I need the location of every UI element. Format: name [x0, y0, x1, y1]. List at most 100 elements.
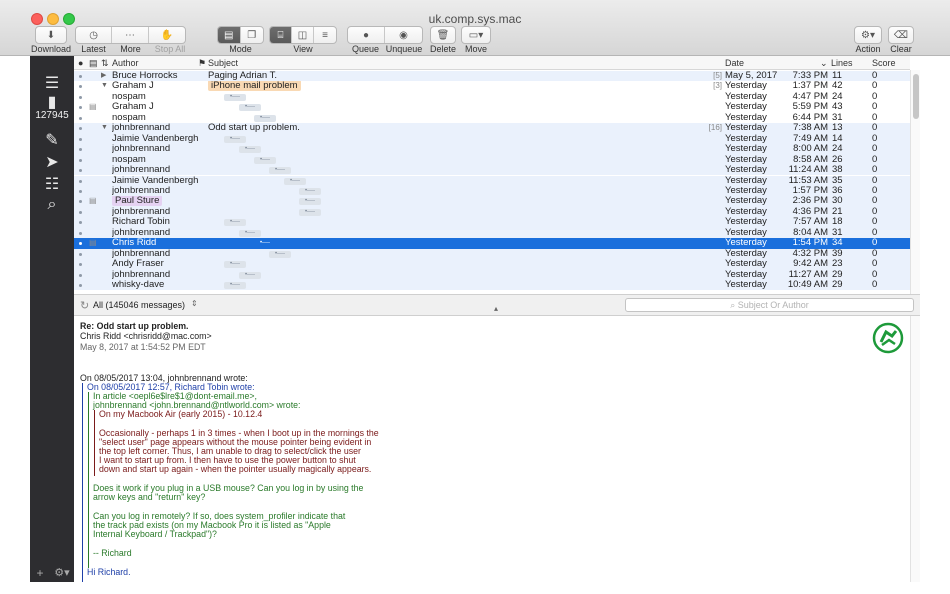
message-row[interactable]: Andy Fraser •---- Yesterday 9:42 AM 23 0 — [74, 259, 910, 270]
list-scrollbar[interactable] — [910, 70, 920, 294]
message-row[interactable]: ▤ Graham J •---- Yesterday 5:59 PM 43 0 — [74, 102, 910, 112]
gear-menu-icon[interactable]: ⚙▾ — [50, 566, 74, 579]
mode-threads-button[interactable]: ❐ — [241, 27, 263, 43]
thread-connector: •---- — [224, 93, 246, 101]
message-row[interactable]: johnbrennand •---- Yesterday 8:04 AM 31 0 — [74, 227, 910, 239]
list-scroll-thumb[interactable] — [913, 74, 919, 119]
unread-dot-icon[interactable] — [79, 231, 82, 235]
download-button[interactable]: ⬇ — [35, 26, 67, 44]
message-list[interactable]: ● ▤ ⇅ Author ⚑ Subject Date ⌄ Lines Scor… — [74, 56, 910, 294]
sidebar: ☰ ▮ 127945 ✎ ➤ ☷ ⌕ + ⚙▾ — [30, 56, 74, 594]
unread-dot-icon[interactable] — [79, 137, 82, 141]
send-icon[interactable]: ➤ — [30, 152, 74, 172]
updown-icon[interactable]: ⇕ — [191, 299, 198, 308]
row-author-text: Bruce Horrocks — [112, 71, 178, 81]
threads-column-icon[interactable]: ⇅ — [101, 58, 109, 69]
thread-connector: •---- — [224, 282, 246, 289]
unread-dot-icon[interactable] — [79, 85, 82, 89]
message-row[interactable]: johnbrennand •---- Yesterday 8:00 AM 24 0 — [74, 144, 910, 155]
menu-icon[interactable]: ☰ — [30, 73, 74, 93]
clear-button[interactable]: ⌫ — [888, 26, 914, 44]
unread-dot-icon[interactable] — [79, 189, 82, 193]
refresh-icon[interactable]: ↻ — [80, 299, 89, 312]
unread-dot-icon[interactable] — [79, 158, 82, 162]
row-author-text: Chris Ridd — [112, 238, 157, 249]
message-row[interactable]: whisky-dave •---- Yesterday 10:49 AM 29 0 — [74, 280, 910, 291]
message-row[interactable]: nospam •---- Yesterday 4:47 PM 24 0 — [74, 92, 910, 102]
message-row[interactable]: nospam •---- Yesterday 6:44 PM 31 0 — [74, 113, 910, 123]
column-author[interactable]: Author — [112, 58, 139, 68]
message-row[interactable]: johnbrennand •---- Yesterday 4:36 PM 21 0 — [74, 206, 910, 218]
row-author: Bruce Horrocks — [112, 71, 204, 81]
column-score[interactable]: Score — [872, 58, 896, 68]
unread-dot-icon[interactable] — [79, 210, 82, 214]
message-row[interactable]: ▤ Paul Sture •---- Yesterday 2:36 PM 30 0 — [74, 196, 910, 207]
pencil-icon[interactable]: ✎ — [30, 130, 74, 150]
message-row[interactable]: Jaimie Vandenbergh •---- Yesterday 7:49 AM 1… — [74, 133, 910, 145]
move-button[interactable]: ▭▾ — [461, 26, 491, 44]
row-score: 0 — [872, 144, 878, 155]
document-icon[interactable]: ▮ — [30, 92, 74, 112]
unread-dot-icon[interactable] — [79, 127, 82, 131]
unqueue-button[interactable]: ◉ — [385, 27, 422, 43]
unread-dot-icon[interactable] — [79, 284, 82, 287]
message-row[interactable]: johnbrennand •---- Yesterday 11:24 AM 38 0 — [74, 165, 910, 176]
message-row[interactable]: Jaimie Vandenbergh •---- Yesterday 11:53 AM… — [74, 175, 910, 186]
unread-dot-icon[interactable] — [79, 221, 82, 225]
view-tree-button[interactable]: ⌸ — [270, 27, 292, 43]
unread-dot-icon[interactable] — [79, 169, 82, 173]
disclosure-closed-icon[interactable]: ▶ — [101, 71, 106, 81]
more-button[interactable]: ⋯ — [112, 27, 149, 43]
row-score: 0 — [872, 185, 878, 196]
message-row[interactable]: ▶ Bruce Horrocks Paging Adrian T. [5] May 5,… — [74, 71, 910, 82]
article-scrollbar[interactable] — [910, 316, 920, 582]
disclosure-open-icon[interactable]: ▼ — [101, 81, 108, 91]
disclosure-open-icon[interactable]: ▼ — [101, 123, 108, 133]
unread-dot-icon[interactable] — [79, 75, 82, 78]
unread-dot-icon[interactable] — [79, 116, 82, 120]
body-column-icon[interactable]: ▤ — [89, 58, 98, 69]
unread-dot-icon[interactable] — [79, 148, 82, 152]
subject-author-search[interactable]: ⌕ Subject Or Author — [625, 298, 914, 312]
flag-column-icon[interactable]: ⚑ — [198, 58, 206, 69]
message-row[interactable]: ▼ johnbrennand Odd start up problem. [16] Ye… — [74, 123, 910, 134]
column-date[interactable]: Date — [725, 58, 744, 68]
documents-icon: ❐ — [247, 29, 257, 41]
unread-dot-icon[interactable] — [79, 242, 82, 246]
column-lines[interactable]: Lines — [831, 58, 853, 68]
column-subject[interactable]: Subject — [208, 58, 238, 68]
filter-select[interactable]: All (145046 messages) — [93, 300, 185, 310]
move-label: Move — [464, 44, 487, 54]
row-author-text: johnbrennand — [112, 144, 171, 155]
mode-article-button[interactable]: ▤ — [218, 27, 241, 43]
unread-dot-icon[interactable] — [79, 273, 82, 277]
latest-button[interactable]: ◷ — [76, 27, 113, 43]
queue-button[interactable]: ● — [348, 27, 385, 43]
unread-dot-icon[interactable] — [79, 200, 82, 204]
search-icon[interactable]: ⌕ — [30, 196, 74, 214]
stop-all-button[interactable]: ✋ — [149, 27, 185, 43]
add-icon[interactable]: + — [30, 566, 50, 580]
message-row[interactable]: johnbrennand •---- Yesterday 1:57 PM 36 0 — [74, 185, 910, 197]
read-column-icon[interactable]: ● — [78, 58, 83, 68]
unread-dot-icon[interactable] — [79, 106, 82, 110]
servers-icon[interactable]: ☷ — [30, 174, 74, 194]
thread-count: [16] — [708, 123, 722, 133]
unread-dot-icon[interactable] — [79, 179, 82, 183]
view-list-button[interactable]: ≡ — [314, 27, 336, 43]
message-row[interactable]: ▼ Graham JiPhone mail problem [3] Yesterday… — [74, 81, 910, 92]
clear-icon: ⌫ — [893, 29, 909, 41]
action-button[interactable]: ⚙▾ — [854, 26, 882, 44]
unread-dot-icon[interactable] — [79, 263, 82, 267]
message-row[interactable]: johnbrennand •---- Yesterday 4:32 PM 39 0 — [74, 248, 910, 260]
message-row[interactable]: nospam •---- Yesterday 8:58 AM 26 0 — [74, 154, 910, 166]
delete-button[interactable]: 🗑 — [430, 26, 456, 44]
splitter-handle[interactable]: ▴ — [494, 304, 498, 313]
unread-dot-icon[interactable] — [79, 252, 82, 256]
sort-chevron-icon[interactable]: ⌄ — [820, 58, 828, 69]
unread-dot-icon[interactable] — [79, 95, 82, 99]
message-row[interactable]: ▤ Chris Ridd •---- Yesterday 1:54 PM 34 0 — [74, 238, 910, 249]
message-row[interactable]: johnbrennand •---- Yesterday 11:27 AM 29 0 — [74, 269, 910, 280]
message-row[interactable]: Richard Tobin •---- Yesterday 7:57 AM 18 0 — [74, 217, 910, 228]
view-columns-button[interactable]: ◫ — [292, 27, 314, 43]
